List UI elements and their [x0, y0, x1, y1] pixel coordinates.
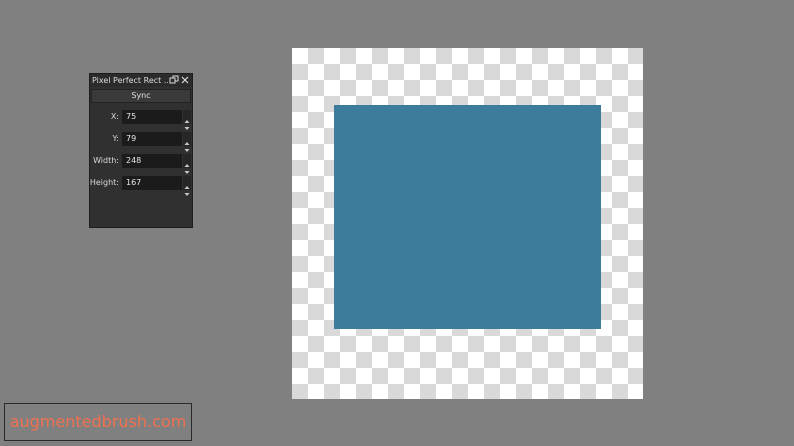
field-row-x: X: 75 — [90, 109, 194, 130]
x-label: X: — [110, 112, 119, 121]
document-canvas[interactable] — [292, 48, 643, 399]
x-input[interactable]: 75 — [122, 110, 182, 124]
chevron-up-icon[interactable] — [183, 132, 191, 145]
chevron-up-icon[interactable] — [183, 154, 191, 167]
float-icon[interactable] — [169, 75, 179, 85]
field-row-width: Width: 248 — [90, 153, 194, 174]
height-spinner[interactable] — [183, 176, 191, 196]
y-label: Y: — [112, 134, 119, 143]
chevron-up-icon[interactable] — [183, 176, 191, 189]
chevron-down-icon[interactable] — [183, 139, 191, 152]
width-input[interactable]: 248 — [122, 154, 182, 168]
width-label: Width: — [93, 156, 119, 165]
width-spinner[interactable] — [183, 154, 191, 174]
close-icon[interactable] — [180, 75, 190, 85]
chevron-down-icon[interactable] — [183, 183, 191, 196]
x-spinner[interactable] — [183, 110, 191, 130]
pixel-perfect-rect-docker: Pixel Perfect Rect ... Sync X: 75 Y: 79 … — [89, 73, 193, 228]
docker-title: Pixel Perfect Rect ... — [92, 76, 168, 85]
field-row-height: Height: 167 — [89, 175, 194, 196]
watermark-text: augmentedbrush.com — [9, 412, 187, 431]
docker-titlebar[interactable]: Pixel Perfect Rect ... — [90, 74, 192, 87]
height-label: Height: — [89, 178, 119, 187]
watermark-box: augmentedbrush.com — [4, 403, 192, 441]
chevron-down-icon[interactable] — [183, 161, 191, 174]
sync-button[interactable]: Sync — [91, 89, 191, 103]
rectangle-shape[interactable] — [334, 105, 601, 329]
y-input[interactable]: 79 — [122, 132, 182, 146]
height-input[interactable]: 167 — [122, 176, 182, 190]
field-row-y: Y: 79 — [90, 131, 194, 152]
chevron-down-icon[interactable] — [183, 117, 191, 130]
chevron-up-icon[interactable] — [183, 110, 191, 123]
y-spinner[interactable] — [183, 132, 191, 152]
